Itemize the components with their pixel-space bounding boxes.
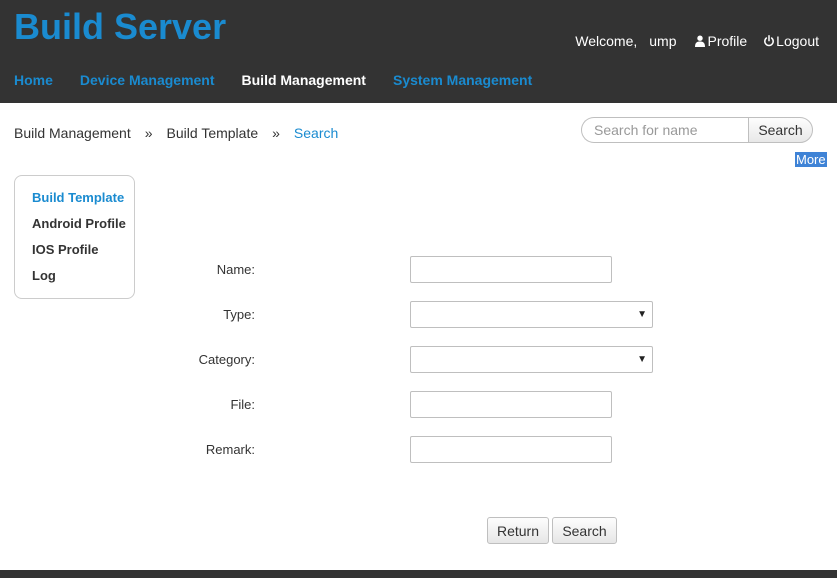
logout-label: Logout [776,33,819,49]
main-nav: Home Device Management Build Management … [14,72,559,88]
breadcrumb: Build Management » Build Template » Sear… [14,125,338,141]
category-label: Category: [198,352,255,367]
type-row: Type: ▼ [0,301,700,329]
search-input[interactable] [581,117,748,143]
triangle-down-icon: ▼ [637,309,647,320]
breadcrumb-separator: » [144,125,153,141]
name-row: Name: [0,256,700,284]
sidebar-item-build-template[interactable]: Build Template [32,190,134,216]
search-button[interactable]: Search [748,117,813,143]
nav-item-home[interactable]: Home [14,72,53,88]
form-search-button[interactable]: Search [552,517,617,544]
user-icon [695,35,706,47]
file-row: File: [0,391,700,419]
footer-bar [0,570,837,578]
name-label: Name: [216,262,255,277]
breadcrumb-build-management[interactable]: Build Management [14,125,131,141]
file-field[interactable] [410,391,612,418]
username: ump [649,33,677,49]
breadcrumb-build-template[interactable]: Build Template [167,125,259,141]
profile-link[interactable]: Profile [694,33,747,49]
category-row: Category: ▼ [0,346,700,374]
sidebar-item-android-profile[interactable]: Android Profile [32,216,134,242]
logout-link[interactable]: Logout [763,33,819,49]
triangle-down-icon: ▼ [637,354,647,365]
more-link[interactable]: More [795,152,827,167]
type-label: Type: [223,307,255,322]
remark-label: Remark: [205,442,255,457]
type-select[interactable]: ▼ [410,301,653,328]
remark-field[interactable] [410,436,612,463]
file-label: File: [230,397,255,412]
breadcrumb-search: Search [293,125,339,141]
search-group: Search [581,117,813,143]
header-bar: Build Server Welcome, ump Profile Logout… [0,0,837,103]
power-icon [764,35,775,47]
user-bar: Welcome, ump Profile Logout [575,33,819,49]
return-button[interactable]: Return [487,517,549,544]
nav-item-build-management[interactable]: Build Management [242,72,366,88]
nav-item-system-management[interactable]: System Management [393,72,532,88]
category-select[interactable]: ▼ [410,346,653,373]
app-title: Build Server [14,6,227,47]
nav-item-device-management[interactable]: Device Management [80,72,215,88]
remark-row: Remark: [0,436,700,464]
profile-label: Profile [707,33,748,49]
name-field[interactable] [410,256,612,283]
breadcrumb-separator: » [272,125,280,141]
welcome-text: Welcome, [575,33,638,49]
